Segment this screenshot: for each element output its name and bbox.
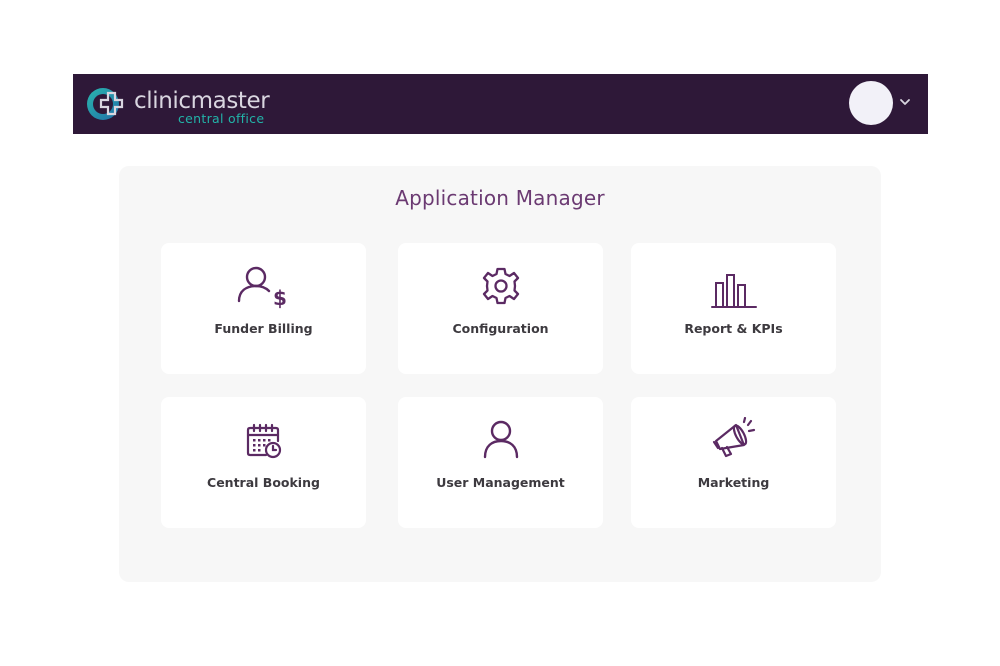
calendar-clock-icon (246, 423, 281, 459)
svg-text:$: $ (273, 286, 287, 310)
app-card-funder-billing[interactable]: $ Funder Billing (161, 243, 366, 374)
app-card-label: Marketing (697, 475, 770, 490)
page: clinicmaster central office Application … (0, 0, 1000, 666)
megaphone-icon (712, 417, 755, 458)
app-card-user-management[interactable]: User Management (398, 397, 603, 528)
user-dollar-icon: $ (237, 266, 287, 310)
app-card-label: User Management (436, 475, 565, 490)
app-card-label: Central Booking (207, 475, 320, 490)
user-icon (483, 420, 518, 459)
brand-subtitle: central office (178, 111, 265, 126)
user-menu[interactable] (849, 81, 915, 127)
app-card-label: Configuration (452, 321, 549, 336)
app-card-label: Report & KPIs (684, 321, 783, 336)
top-header-bar: clinicmaster central office (73, 74, 928, 134)
brand-name: clinicmaster (134, 88, 270, 114)
bar-chart-icon (710, 274, 757, 308)
brand-logo[interactable]: clinicmaster central office (86, 83, 286, 125)
app-card-central-booking[interactable]: Central Booking (161, 397, 366, 528)
cross-logo-icon (87, 88, 124, 120)
chevron-down-icon[interactable] (899, 97, 911, 107)
gear-icon (482, 267, 519, 305)
page-title: Application Manager (395, 186, 605, 210)
app-card-label: Funder Billing (214, 321, 313, 336)
app-card-report-kpis[interactable]: Report & KPIs (631, 243, 836, 374)
app-card-configuration[interactable]: Configuration (398, 243, 603, 374)
avatar[interactable] (849, 81, 893, 125)
app-card-marketing[interactable]: Marketing (631, 397, 836, 528)
application-manager-panel: Application Manager $ Funder Billing Con… (119, 166, 881, 582)
